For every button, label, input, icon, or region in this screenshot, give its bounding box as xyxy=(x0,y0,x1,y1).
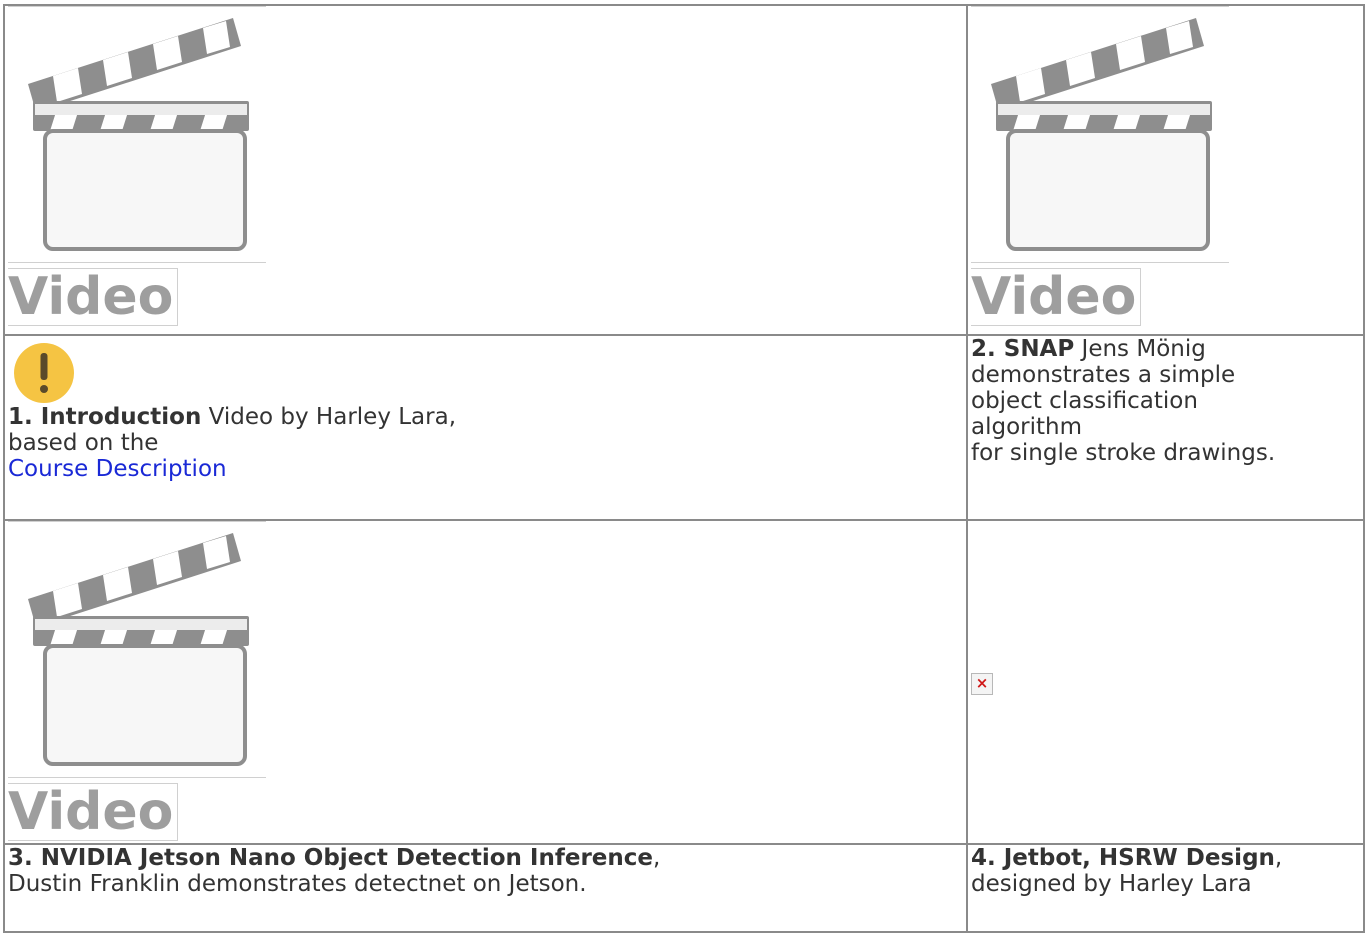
video-cell-1[interactable]: Video xyxy=(3,4,968,336)
table-row: Video Video xyxy=(3,4,1365,336)
video-placeholder[interactable]: Video xyxy=(971,6,1231,326)
table-row: Video × xyxy=(3,519,1365,845)
video-label: Video xyxy=(8,268,179,326)
clapperboard-icon xyxy=(991,18,1212,251)
nvidia-text-1: Dustin Franklin demonstrates detectnet o… xyxy=(8,871,587,897)
video-table: Video Video 1. Introduction Video by Har… xyxy=(3,4,1365,933)
video-label: Video xyxy=(971,268,1142,326)
video-placeholder[interactable]: Video xyxy=(8,6,268,326)
snap-text-4: algorithm xyxy=(971,414,1083,440)
broken-image-icon: × xyxy=(971,673,993,695)
caption-cell-snap: 2. SNAP Jens Mönig demonstrates a simple… xyxy=(966,334,1365,521)
intro-text-1: Video by Harley Lara, xyxy=(201,404,457,430)
table-row: 3. NVIDIA Jetson Nano Object Detection I… xyxy=(3,843,1365,933)
snap-text-3: object classification xyxy=(971,388,1198,414)
course-description-link[interactable]: Course Description xyxy=(8,456,227,482)
warning-icon xyxy=(14,343,74,403)
caption-cell-intro: 1. Introduction Video by Harley Lara, ba… xyxy=(3,334,968,521)
jetbot-title: 4. Jetbot, HSRW Design xyxy=(971,845,1275,871)
table-row: 1. Introduction Video by Harley Lara, ba… xyxy=(3,334,1365,521)
snap-text-1: Jens Mönig xyxy=(1074,336,1206,362)
video-label: Video xyxy=(8,783,179,841)
nvidia-suffix: , xyxy=(653,845,661,871)
clapperboard-icon xyxy=(28,18,249,251)
nvidia-title: 3. NVIDIA Jetson Nano Object Detection I… xyxy=(8,845,653,871)
snap-text-2: demonstrates a simple xyxy=(971,362,1236,388)
jetbot-text-1: designed by Harley Lara xyxy=(971,871,1252,897)
video-cell-2[interactable]: Video xyxy=(966,4,1365,336)
clapperboard-icon xyxy=(28,533,249,766)
snap-title: 2. SNAP xyxy=(971,336,1075,362)
snap-text-5: for single stroke drawings. xyxy=(971,440,1276,466)
intro-caption: 1. Introduction Video by Harley Lara, ba… xyxy=(8,404,963,482)
video-placeholder[interactable]: Video xyxy=(8,521,268,841)
broken-image-cell: × xyxy=(966,519,1365,845)
intro-text-2: based on the xyxy=(8,430,159,456)
intro-title: 1. Introduction xyxy=(8,404,202,430)
jetbot-suffix: , xyxy=(1274,845,1283,871)
video-cell-3[interactable]: Video xyxy=(3,519,968,845)
caption-cell-jetbot: 4. Jetbot, HSRW Design, designed by Harl… xyxy=(966,843,1365,933)
caption-cell-nvidia: 3. NVIDIA Jetson Nano Object Detection I… xyxy=(3,843,968,933)
